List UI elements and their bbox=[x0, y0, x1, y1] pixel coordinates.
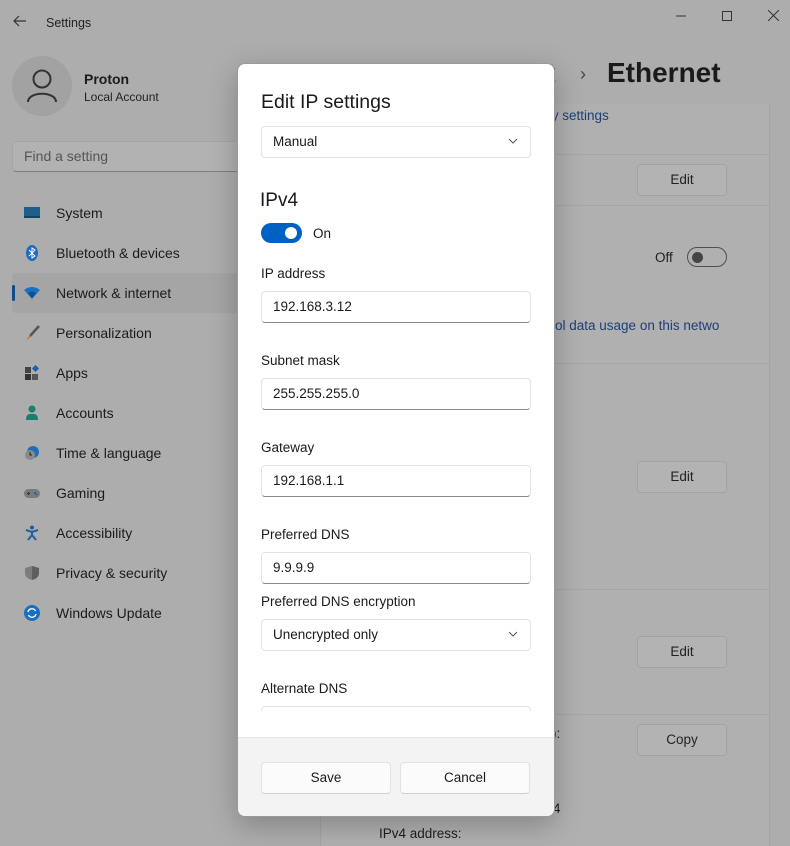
profile-name: Proton bbox=[84, 71, 130, 87]
title-bar: Settings bbox=[0, 0, 790, 46]
alternate-dns-label: Alternate DNS bbox=[261, 681, 348, 696]
sidebar-item-label: Privacy & security bbox=[56, 565, 168, 581]
sidebar-item-label: Gaming bbox=[56, 485, 106, 501]
page-title: Ethernet bbox=[607, 57, 721, 88]
ip-address-input[interactable]: 192.168.3.12 bbox=[261, 291, 531, 323]
sidebar-item-label: Personalization bbox=[56, 325, 152, 341]
copy-button[interactable]: Copy bbox=[637, 724, 727, 756]
sidebar-item-accessibility[interactable]: Accessibility bbox=[12, 513, 242, 553]
subnet-mask-input[interactable]: 255.255.255.0 bbox=[261, 378, 531, 410]
sidebar-item-system[interactable]: System bbox=[12, 193, 242, 233]
brush-icon bbox=[24, 325, 40, 341]
chevron-down-icon bbox=[508, 627, 518, 641]
sidebar-item-accounts[interactable]: Accounts bbox=[12, 393, 242, 433]
metered-state-label: Off bbox=[655, 250, 673, 265]
ip-mode-value: Manual bbox=[273, 134, 318, 149]
security-settings-link[interactable]: ty settings bbox=[548, 108, 609, 123]
accessibility-icon bbox=[24, 525, 40, 541]
chevron-down-icon bbox=[508, 134, 518, 148]
clock-globe-icon bbox=[24, 445, 40, 461]
sidebar-item-network[interactable]: Network & internet bbox=[12, 273, 242, 313]
preferred-dns-encryption-label: Preferred DNS encryption bbox=[261, 594, 416, 609]
dns-encryption-value: Unencrypted only bbox=[273, 627, 379, 642]
apps-icon bbox=[24, 364, 40, 381]
sidebar-item-apps[interactable]: Apps bbox=[12, 353, 242, 393]
subnet-mask-label: Subnet mask bbox=[261, 353, 340, 368]
sidebar-item-label: Bluetooth & devices bbox=[56, 245, 180, 261]
scroll-fade bbox=[238, 711, 554, 737]
preferred-dns-label: Preferred DNS bbox=[261, 527, 350, 542]
sidebar-item-bluetooth[interactable]: Bluetooth & devices bbox=[12, 233, 242, 273]
search-input[interactable]: Find a setting bbox=[12, 141, 252, 172]
system-icon bbox=[24, 205, 40, 221]
sidebar-item-label: Accounts bbox=[56, 405, 114, 421]
sidebar-item-label: Network & internet bbox=[56, 285, 172, 301]
gamepad-icon bbox=[24, 485, 40, 501]
ipv4-toggle[interactable] bbox=[261, 223, 302, 243]
arrow-left-icon bbox=[13, 15, 26, 27]
edit-ip-settings-dialog: Edit IP settings Manual IPv4 On IP addre… bbox=[237, 63, 555, 817]
ip-address-label: IP address bbox=[261, 266, 326, 281]
metered-connection-toggle[interactable] bbox=[687, 247, 727, 267]
sidebar-item-label: Accessibility bbox=[56, 525, 133, 541]
toggle-knob bbox=[692, 252, 703, 263]
ipv4-address-label: IPv4 address: bbox=[379, 826, 462, 841]
ipv4-section-title: IPv4 bbox=[260, 190, 299, 211]
preferred-dns-input[interactable]: 9.9.9.9 bbox=[261, 552, 531, 584]
app-title: Settings bbox=[46, 16, 92, 30]
ip-mode-select[interactable]: Manual bbox=[261, 126, 531, 158]
sidebar-nav: System Bluetooth & devices Network & int… bbox=[12, 193, 242, 633]
back-button[interactable] bbox=[10, 12, 30, 34]
sidebar-item-personalization[interactable]: Personalization bbox=[12, 313, 242, 353]
sidebar-item-label: System bbox=[56, 205, 103, 221]
maximize-icon bbox=[722, 11, 732, 21]
update-icon bbox=[24, 605, 40, 621]
user-icon bbox=[27, 69, 57, 103]
sidebar-item-time-language[interactable]: Time & language bbox=[12, 433, 242, 473]
ipv4-toggle-state: On bbox=[313, 226, 332, 241]
minimize-icon bbox=[676, 15, 686, 17]
shield-icon bbox=[24, 565, 40, 581]
toggle-knob bbox=[285, 227, 297, 239]
accounts-icon bbox=[24, 405, 40, 421]
edit-button[interactable]: Edit bbox=[637, 164, 727, 196]
preferred-dns-encryption-select[interactable]: Unencrypted only bbox=[261, 619, 531, 651]
cancel-button[interactable]: Cancel bbox=[400, 762, 530, 794]
dialog-title: Edit IP settings bbox=[261, 91, 391, 113]
close-button[interactable] bbox=[750, 4, 790, 28]
bluetooth-icon bbox=[24, 245, 40, 261]
breadcrumb-separator: › bbox=[580, 64, 586, 84]
sidebar-item-label: Apps bbox=[56, 365, 88, 381]
close-icon bbox=[767, 9, 779, 22]
gateway-label: Gateway bbox=[261, 440, 315, 455]
data-usage-link[interactable]: ol data usage on this netwo bbox=[555, 318, 719, 333]
sidebar-item-label: Windows Update bbox=[56, 605, 162, 621]
profile-account-type: Local Account bbox=[84, 90, 159, 104]
save-button[interactable]: Save bbox=[261, 762, 391, 794]
sidebar-item-privacy-security[interactable]: Privacy & security bbox=[12, 553, 242, 593]
dialog-footer: Save Cancel bbox=[238, 737, 554, 816]
sidebar-item-label: Time & language bbox=[56, 445, 162, 461]
maximize-button[interactable] bbox=[704, 4, 750, 28]
sidebar-item-windows-update[interactable]: Windows Update bbox=[12, 593, 242, 633]
edit-dns-button[interactable]: Edit bbox=[637, 636, 727, 668]
gateway-input[interactable]: 192.168.1.1 bbox=[261, 465, 531, 497]
avatar[interactable] bbox=[12, 56, 72, 116]
wifi-icon bbox=[24, 285, 40, 301]
minimize-button[interactable] bbox=[658, 4, 704, 28]
edit-ip-button[interactable]: Edit bbox=[637, 461, 727, 493]
sidebar-item-gaming[interactable]: Gaming bbox=[12, 473, 242, 513]
